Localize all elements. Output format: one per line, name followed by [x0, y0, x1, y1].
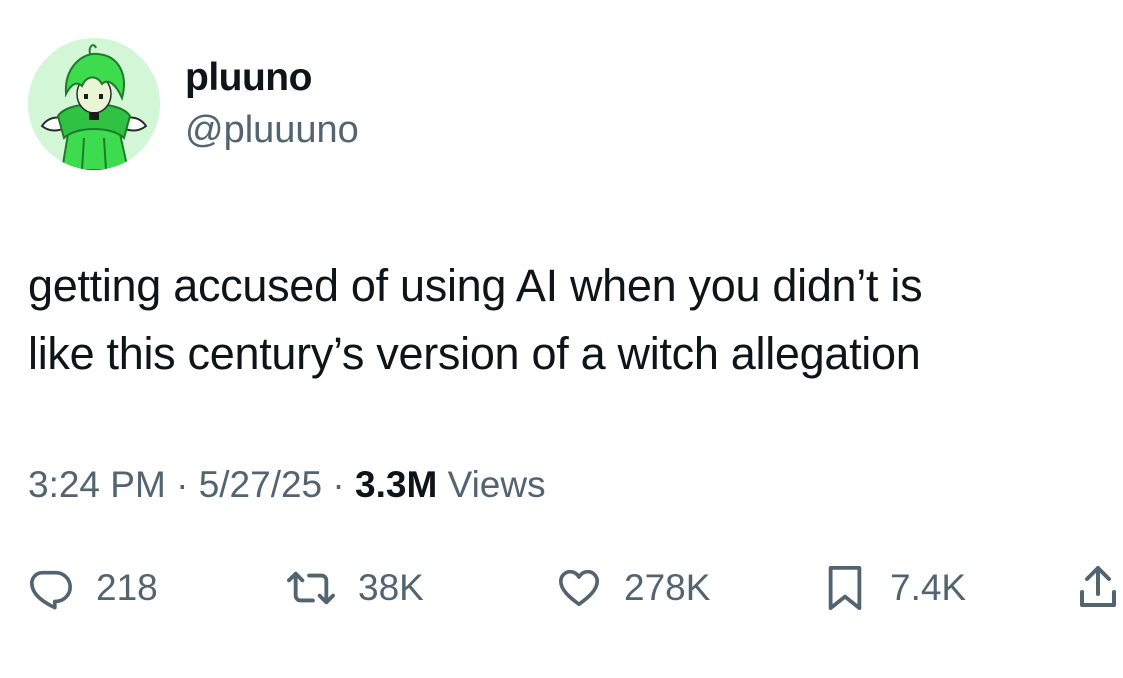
reply-button[interactable]: 218 [28, 560, 158, 616]
retweet-count: 38K [358, 567, 424, 608]
action-bar: 218 38K 278K 7.4K [0, 560, 1123, 616]
like-count: 278K [624, 567, 711, 608]
retweet-button[interactable]: 38K [286, 560, 424, 616]
reply-count: 218 [96, 567, 158, 608]
avatar-illustration [28, 38, 160, 170]
share-icon [1080, 566, 1116, 607]
meta-separator: · [176, 464, 189, 505]
tweet-text-line: getting accused of using AI when you did… [28, 260, 923, 311]
tweet-date[interactable]: 5/27/25 [199, 464, 322, 505]
display-name[interactable]: pluuno [185, 56, 312, 100]
tweet-meta: 3:24 PM · 5/27/25 · 3.3M Views [28, 464, 546, 506]
avatar[interactable] [28, 38, 160, 170]
views-count[interactable]: 3.3M [355, 464, 437, 505]
tweet-text-line: like this century’s version of a witch a… [28, 328, 921, 379]
retweet-icon [287, 571, 335, 605]
tweet-text: getting accused of using AI when you did… [28, 252, 1108, 388]
heart-icon [558, 569, 600, 607]
bookmark-icon [828, 565, 862, 611]
bookmark-button[interactable]: 7.4K [822, 560, 966, 616]
meta-separator: · [332, 464, 345, 505]
reply-icon [30, 570, 72, 610]
views-label: Views [447, 464, 546, 505]
bookmark-count: 7.4K [890, 567, 967, 608]
user-handle[interactable]: @pluuuno [185, 109, 359, 152]
share-button[interactable] [1078, 560, 1118, 616]
like-button[interactable]: 278K [556, 560, 710, 616]
tweet-time[interactable]: 3:24 PM [28, 464, 166, 505]
